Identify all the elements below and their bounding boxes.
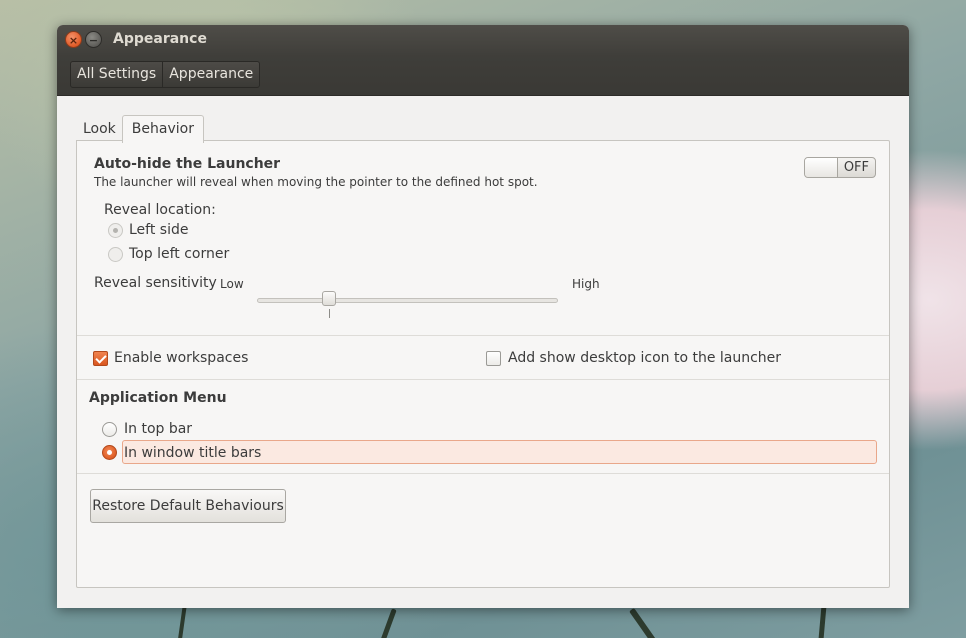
sensitivity-slider[interactable]: [257, 298, 558, 303]
tab-bar: Look Behavior: [77, 115, 204, 143]
sensitivity-high-label: High: [572, 277, 600, 291]
autohide-toggle[interactable]: OFF: [804, 157, 876, 178]
wallpaper-stem: [177, 604, 187, 638]
divider: [77, 379, 889, 380]
reveal-location-label: Reveal location:: [104, 202, 216, 218]
toggle-state-label: OFF: [843, 160, 869, 175]
sensitivity-low-label: Low: [220, 277, 244, 291]
reveal-top-left-corner-label: Top left corner: [129, 246, 230, 262]
app-menu-section-title: Application Menu: [89, 390, 227, 406]
radio-left-side[interactable]: [108, 223, 123, 238]
window-title: Appearance: [113, 31, 207, 47]
desktop-icon-label: Add show desktop icon to the launcher: [508, 350, 782, 366]
radio-top-left-corner[interactable]: [108, 247, 123, 262]
toggle-knob: [805, 158, 838, 177]
launcher-section-title: Auto-hide the Launcher: [94, 156, 281, 172]
close-icon[interactable]: ×: [65, 31, 82, 48]
reveal-sensitivity-label: Reveal sensitivity: [94, 275, 217, 291]
enable-workspaces-label: Enable workspaces: [114, 350, 249, 366]
sensitivity-slider-handle[interactable]: [322, 291, 337, 306]
desktop-icon-checkbox[interactable]: [486, 351, 501, 366]
breadcrumb: All Settings Appearance: [70, 61, 261, 88]
minimize-icon[interactable]: −: [85, 31, 102, 48]
in-top-bar-label: In top bar: [124, 421, 193, 437]
tab-behavior[interactable]: Behavior: [121, 115, 204, 143]
title-bar: × − Appearance All Settings Appearance: [57, 25, 909, 96]
reveal-left-side-label: Left side: [129, 222, 189, 238]
sensitivity-slider-mark: [329, 309, 330, 318]
wallpaper-stem: [629, 607, 657, 638]
launcher-description: The launcher will reveal when moving the…: [94, 175, 538, 189]
radio-in-window-title-bars[interactable]: [102, 445, 117, 460]
behavior-panel: Auto-hide the Launcher The launcher will…: [76, 140, 890, 588]
radio-in-top-bar[interactable]: [102, 422, 117, 437]
wallpaper-stem: [378, 608, 397, 638]
divider: [77, 473, 889, 474]
restore-defaults-button[interactable]: Restore Default Behaviours: [90, 489, 286, 523]
appearance-window: × − Appearance All Settings Appearance L…: [57, 25, 909, 608]
breadcrumb-all-settings[interactable]: All Settings: [71, 62, 162, 87]
breadcrumb-appearance[interactable]: Appearance: [162, 62, 259, 87]
divider: [77, 335, 889, 336]
tab-look[interactable]: Look: [77, 117, 122, 142]
enable-workspaces-checkbox[interactable]: [93, 351, 108, 366]
in-window-title-bars-label: In window title bars: [124, 445, 262, 461]
